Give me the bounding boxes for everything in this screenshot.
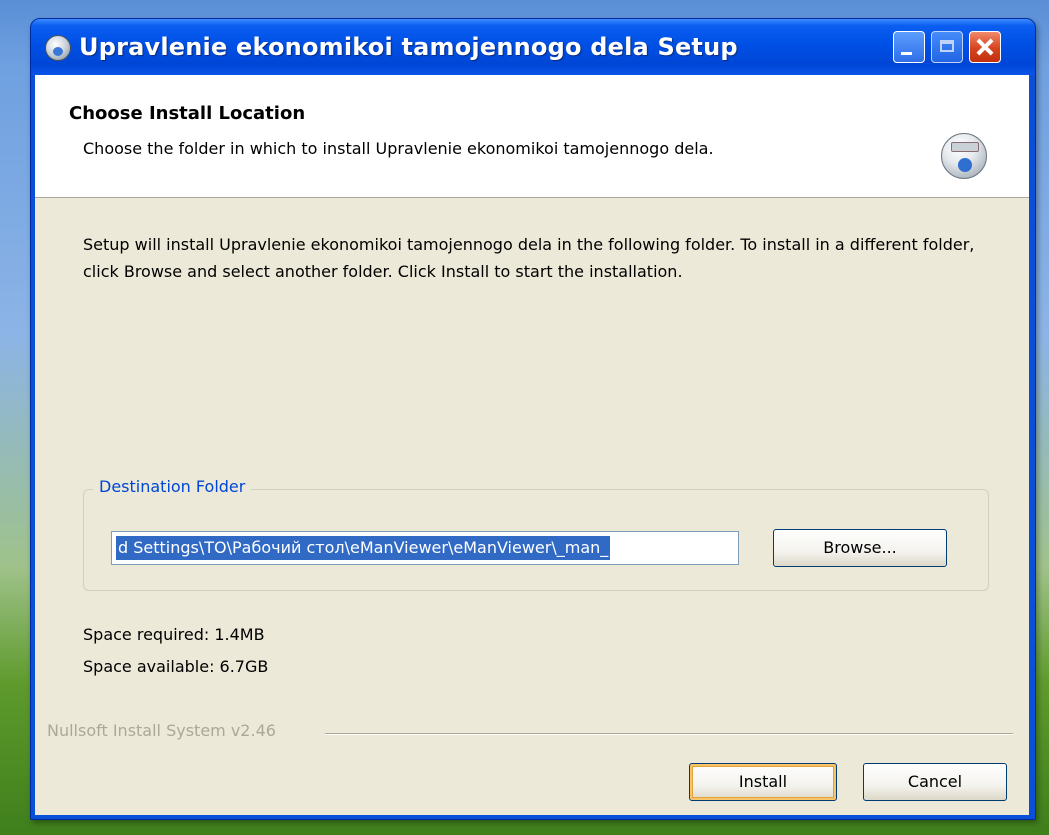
installer-globe-icon xyxy=(45,35,71,61)
dialog-client-area: Choose Install Location Choose the folde… xyxy=(35,75,1029,815)
branding-divider xyxy=(325,733,1013,735)
minimize-icon[interactable] xyxy=(893,31,925,63)
space-required: Space required: 1.4MB xyxy=(83,625,265,644)
page-header: Choose Install Location Choose the folde… xyxy=(35,75,1029,198)
destination-path-input[interactable]: d Settings\TO\Рабочий стол\eManViewer\eM… xyxy=(111,531,739,565)
browse-button[interactable]: Browse... xyxy=(773,529,947,567)
destination-path-text: d Settings\TO\Рабочий стол\eManViewer\eM… xyxy=(116,536,611,560)
page-title: Choose Install Location xyxy=(69,103,306,124)
destination-folder-label: Destination Folder xyxy=(93,477,252,496)
install-button[interactable]: Install xyxy=(689,763,837,801)
close-icon[interactable] xyxy=(969,31,1001,63)
branding-text: Nullsoft Install System v2.46 xyxy=(47,721,282,740)
window-title: Upravlenie ekonomikoi tamojennogo dela S… xyxy=(79,33,738,61)
page-subtitle: Choose the folder in which to install Up… xyxy=(83,139,714,158)
title-bar[interactable]: Upravlenie ekonomikoi tamojennogo dela S… xyxy=(31,19,1035,75)
cancel-button[interactable]: Cancel xyxy=(863,763,1007,801)
install-disk-icon xyxy=(941,133,987,179)
install-description: Setup will install Upravlenie ekonomikoi… xyxy=(83,235,975,281)
setup-window: Upravlenie ekonomikoi tamojennogo dela S… xyxy=(30,18,1036,820)
maximize-icon[interactable] xyxy=(931,31,963,63)
space-available: Space available: 6.7GB xyxy=(83,657,269,676)
